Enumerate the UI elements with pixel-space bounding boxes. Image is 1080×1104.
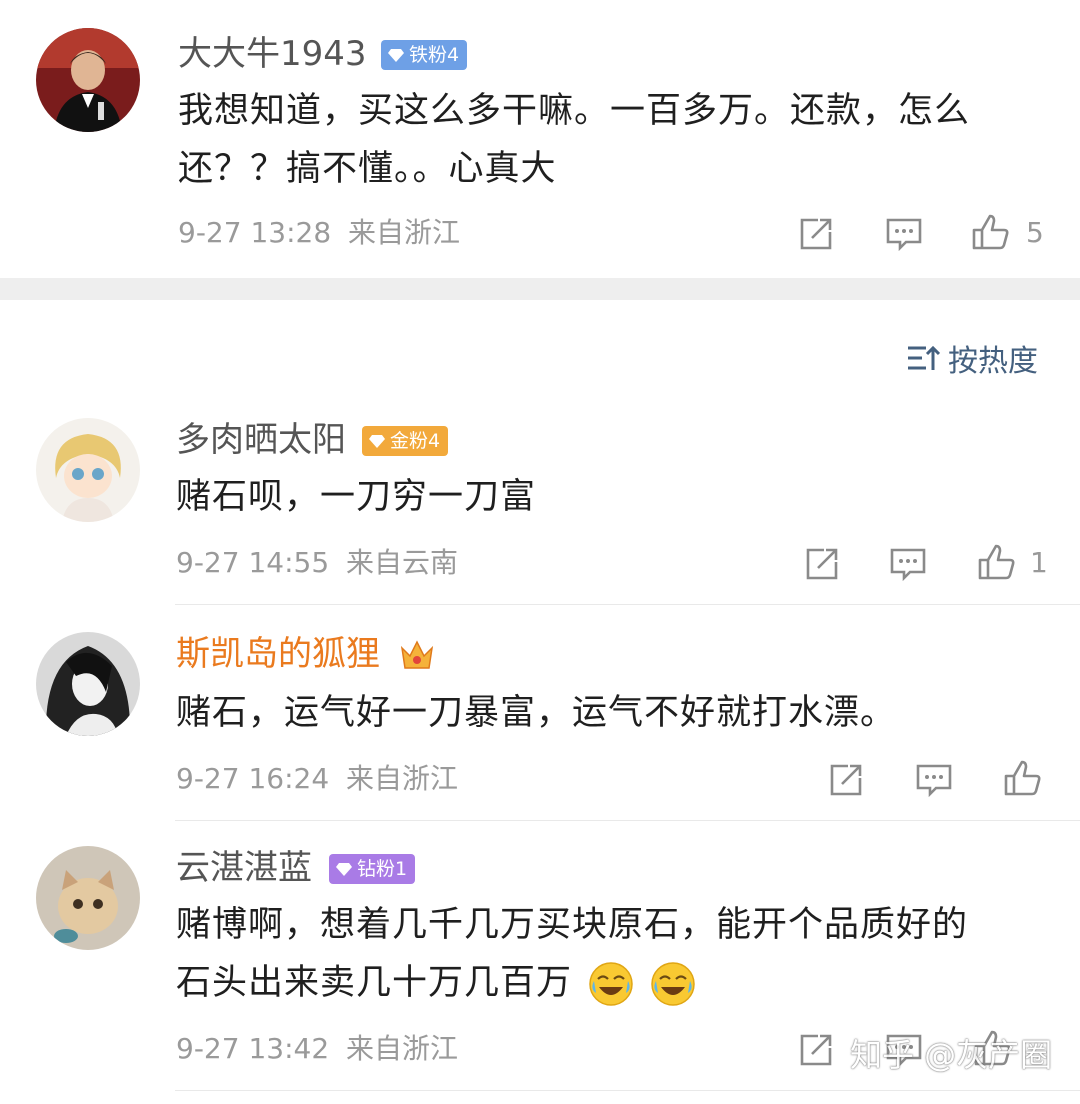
comment-text: 赌石呗，一刀穷一刀富 bbox=[176, 468, 1056, 526]
comment-meta: 9-27 14:55 来自云南 bbox=[176, 546, 458, 580]
reply-icon[interactable] bbox=[884, 214, 924, 254]
badge-label: 金粉4 bbox=[390, 430, 441, 452]
avatar[interactable] bbox=[36, 418, 140, 522]
comment-text: 赌石，运气好一刀暴富，运气不好就打水漂。 bbox=[176, 684, 1056, 742]
comment-meta: 9-27 13:28 来自浙江 bbox=[178, 216, 460, 250]
comment-line: 还？？搞不懂。。心真大 bbox=[178, 149, 557, 189]
username[interactable]: 多肉晒太阳 bbox=[176, 420, 346, 460]
comment-line-2: 石头出来卖几十万几百万 bbox=[176, 954, 1056, 1012]
fan-badge: 铁粉4 bbox=[381, 40, 468, 70]
diamond-icon bbox=[388, 49, 404, 62]
comment-time: 9-27 13:28 bbox=[178, 216, 332, 249]
share-icon[interactable] bbox=[796, 1030, 836, 1070]
like-icon[interactable] bbox=[976, 542, 1016, 582]
comment-line: 石头出来卖几十万几百万 bbox=[176, 963, 573, 1003]
comment-line: 赌博啊，想着几千几万买块原石，能开个品质好的 bbox=[176, 905, 969, 945]
comment-time: 9-27 16:24 bbox=[176, 762, 330, 795]
fan-badge: 钻粉1 bbox=[329, 854, 416, 884]
crown-icon bbox=[400, 640, 434, 669]
comment-text: 赌博啊，想着几千几万买块原石，能开个品质好的 石头出来卖几十万几百万 bbox=[176, 896, 1056, 1012]
reply-icon[interactable] bbox=[914, 760, 954, 800]
avatar[interactable] bbox=[36, 632, 140, 736]
sort-toggle[interactable]: 按热度 bbox=[906, 336, 1038, 380]
watermark: 知乎 @灰产圈 bbox=[850, 1036, 1053, 1074]
laugh-cry-icon bbox=[589, 962, 633, 1006]
username[interactable]: 斯凯岛的狐狸 bbox=[176, 634, 380, 674]
diamond-icon bbox=[336, 863, 352, 876]
username[interactable]: 大大牛1943 bbox=[178, 34, 367, 74]
reply-icon[interactable] bbox=[888, 544, 928, 584]
sort-icon bbox=[908, 345, 940, 370]
share-icon[interactable] bbox=[802, 544, 842, 584]
diamond-icon bbox=[369, 435, 385, 448]
section-separator bbox=[0, 278, 1080, 300]
badge-label: 钻粉1 bbox=[357, 858, 408, 880]
badge-label: 铁粉4 bbox=[409, 44, 460, 66]
divider bbox=[175, 1090, 1080, 1091]
like-count: 1 bbox=[1030, 546, 1048, 579]
divider bbox=[175, 820, 1080, 821]
divider bbox=[175, 604, 1080, 605]
comment-time: 9-27 13:42 bbox=[176, 1032, 330, 1065]
like-icon[interactable] bbox=[970, 212, 1010, 252]
comment-location: 来自浙江 bbox=[348, 216, 461, 249]
share-icon[interactable] bbox=[796, 214, 836, 254]
like-count: 5 bbox=[1026, 216, 1044, 249]
comment-meta: 9-27 16:24 来自浙江 bbox=[176, 762, 458, 796]
comment-time: 9-27 14:55 bbox=[176, 546, 330, 579]
comment-line: 我想知道，买这么多干嘛。一百多万。还款，怎么 bbox=[178, 91, 971, 131]
comment-meta: 9-27 13:42 来自浙江 bbox=[176, 1032, 458, 1066]
comment-location: 来自浙江 bbox=[346, 762, 459, 795]
comment-location: 来自云南 bbox=[346, 546, 459, 579]
comment-line: 赌石呗，一刀穷一刀富 bbox=[176, 477, 537, 517]
username[interactable]: 云湛湛蓝 bbox=[176, 848, 312, 888]
fan-badge: 金粉4 bbox=[362, 426, 449, 456]
like-icon[interactable] bbox=[1002, 758, 1042, 798]
comment-text: 我想知道，买这么多干嘛。一百多万。还款，怎么 还？？搞不懂。。心真大 bbox=[178, 82, 1058, 198]
sort-label: 按热度 bbox=[948, 344, 1038, 379]
laugh-cry-icon bbox=[651, 962, 696, 1006]
avatar[interactable] bbox=[36, 28, 140, 132]
comment-line: 赌石，运气好一刀暴富，运气不好就打水漂。 bbox=[176, 693, 897, 733]
comment-location: 来自浙江 bbox=[346, 1032, 459, 1065]
share-icon[interactable] bbox=[826, 760, 866, 800]
avatar[interactable] bbox=[36, 846, 140, 950]
